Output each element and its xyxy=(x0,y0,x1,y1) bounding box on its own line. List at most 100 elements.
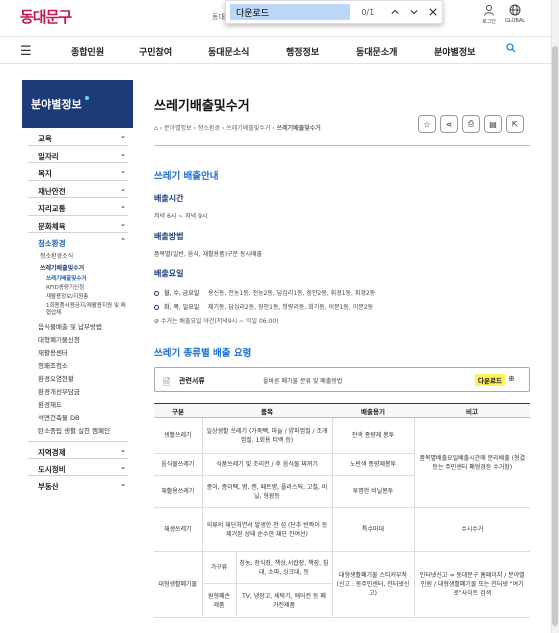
sidebar-item-environment[interactable]: 청소환경 ⌃ xyxy=(28,233,128,251)
title-divider xyxy=(154,145,530,146)
sidebar-more-item[interactable]: 청패조청소 xyxy=(28,360,128,373)
print-icon[interactable]: ⎙ xyxy=(462,115,480,133)
sidebar-item-jobs[interactable]: 일자리 ⌄ xyxy=(28,146,128,163)
breadcrumb-item[interactable]: 분야별정보 xyxy=(164,125,192,132)
find-close-button[interactable] xyxy=(423,2,442,22)
sidebar-item-label: 일자리 xyxy=(38,151,59,161)
sidebar-subsub-item[interactable]: 재활용정보/지원총 xyxy=(28,293,128,302)
sidebar-more-item[interactable]: 환경오염현황 xyxy=(28,373,128,386)
sidebar-item-economy[interactable]: 지역경제 ⌄ xyxy=(28,440,128,458)
table-header: 배출용기 xyxy=(332,403,414,418)
sidebar-more-item[interactable]: 환경재도 xyxy=(28,399,128,412)
sidebar-more-item[interactable]: 탄소중립 생활 실천 캠페인 xyxy=(28,425,128,441)
find-input[interactable] xyxy=(230,4,350,20)
table-cell: 전색 종량제 봉투 xyxy=(331,417,415,454)
table-cell: 인터넷신고 ⇒ 동대문구 홈페이지 / 분야별민원 / 대형생활폐기물 또는 인… xyxy=(413,551,530,618)
search-icon[interactable] xyxy=(506,43,516,56)
site-header: 동대문구 동대 0/1 로그인 GLOBAL xyxy=(0,0,551,34)
chevron-up-icon xyxy=(391,9,400,14)
table-cell: 투명한 비닐봉투 xyxy=(331,475,414,508)
sidebar-more-item[interactable]: 대형폐기물신청 xyxy=(28,334,128,347)
day-row: 월, 수, 금요일 용신동, 전농1동, 전농2동, 답십리1동, 장안2동, 휘… xyxy=(154,288,375,297)
export-icon[interactable]: ⇱ xyxy=(506,115,524,133)
main-content: 쓰레기배출및수거 ⌂ › 분야별정보 › 청소환경 › 쓰레기배출및수거 › 쓰… xyxy=(154,95,530,618)
day-areas: 용신동, 전농1동, 전농2동, 답십리1동, 장안2동, 휘경1동, 휘경2동 xyxy=(208,290,376,297)
nav-item-admin[interactable]: 행정정보 xyxy=(286,45,319,58)
sidebar-item-label: 문화체육 xyxy=(38,221,66,231)
chevron-down-icon xyxy=(410,10,418,15)
download-link[interactable]: 다운로드 xyxy=(475,374,505,386)
sidebar-item-education[interactable]: 교육 ⌄ xyxy=(28,128,128,146)
table-cell: 원형폐손제품 xyxy=(202,583,237,618)
nav-item-news[interactable]: 동대문소식 xyxy=(208,45,249,58)
table-header-row: 구분 품목 배출용기 비고 xyxy=(154,403,530,418)
share-icon[interactable]: ⋖ xyxy=(440,115,458,133)
table-header: 비고 xyxy=(414,403,530,418)
method-text: 품목별(일반, 음식, 재활용품)구분 동시배출 xyxy=(154,251,263,258)
subsection-title: 배출방법 xyxy=(154,232,184,241)
day-row: 화, 목, 일요일 제기동, 답십리2동, 장안1동, 청량리동, 회기동, 이문… xyxy=(154,302,373,311)
table-row: 대형생활폐기물 가구류 장농, 장식장, 책상,서랍장, 책장, 침대, 소파,… xyxy=(154,551,530,618)
sidebar-more-item[interactable]: 음식물배출 및 납부방법 xyxy=(28,321,128,334)
sidebar-item-label: 도시정비 xyxy=(38,464,66,474)
sidebar-more-item[interactable]: 재활용센터 xyxy=(28,347,128,360)
table-cell: 일상생활 쓰레기 (가죽빽, 마늘 / 양파껍질 / 조개껍질, 1회용 티백 … xyxy=(201,417,333,454)
global-label: GLOBAL xyxy=(504,18,526,24)
breadcrumb-item[interactable]: 쓰레기배출및수거 xyxy=(226,125,270,132)
table-cell: 특수마대 xyxy=(331,507,415,552)
table-cell: 장농, 장식장, 책상,서랍장, 책장, 침대, 소파, 싱크대, 등 xyxy=(235,551,333,584)
download-icon[interactable]: ⊕ xyxy=(508,374,515,383)
nav-item-field[interactable]: 분야별정보 xyxy=(434,45,475,58)
page-scrollbar[interactable] xyxy=(551,0,559,633)
find-bar: 0/1 xyxy=(225,0,443,24)
sidebar-item-label: 지역경제 xyxy=(38,447,66,457)
page: 동대문구 동대 0/1 로그인 GLOBAL ☰ 종합민원 구민참여 xyxy=(0,0,559,633)
sidebar-item-label: 부동산 xyxy=(38,481,59,491)
sidebar-item-realestate[interactable]: 부동산 ⌄ xyxy=(28,474,128,492)
nav-item-participation[interactable]: 구민참여 xyxy=(139,45,172,58)
bullet-icon xyxy=(154,305,159,310)
chevron-down-icon: ⌄ xyxy=(120,132,126,140)
day-note-text: 수거는 배출요일 야간(저녁9시 ~ 익일 06:00) xyxy=(160,318,279,325)
menu-icon[interactable]: ☰ xyxy=(20,44,32,59)
chevron-down-icon: ⌄ xyxy=(120,149,126,158)
find-prev-button[interactable] xyxy=(386,2,405,22)
sidebar-subsub-item[interactable]: RFID종량기신청 xyxy=(28,284,128,293)
table-cell: 노란색 종량제봉투 xyxy=(331,453,414,476)
breadcrumb-item[interactable]: 청소환경 xyxy=(198,125,220,132)
global-button[interactable]: GLOBAL xyxy=(500,4,530,24)
sidebar-title-text: 분야별정보 xyxy=(31,98,82,111)
sidebar-more-item[interactable]: 석면건축물 DB xyxy=(28,412,128,425)
scrollbar-thumb[interactable] xyxy=(552,46,558,626)
sidebar-sub-item[interactable]: 청소환경소식 xyxy=(28,251,128,263)
section-title: 쓰레기 종류별 배출 요령 xyxy=(154,348,252,359)
page-tools: ☆ ⋖ ⎙ ▤ ⇱ xyxy=(418,115,524,133)
table-cell: 대형생활폐기물 스티커부착 (신고 : 동주민센터, 인터넷신고) xyxy=(331,551,415,618)
bookmark-icon[interactable]: ☆ xyxy=(418,115,436,133)
chevron-down-icon: ⌄ xyxy=(120,462,126,471)
chevron-down-icon: ⌄ xyxy=(120,167,126,175)
table-cell: 대형생활폐기물 xyxy=(154,551,203,618)
sidebar-subsub-item-active[interactable]: 쓰레기배출및수거 xyxy=(28,275,128,284)
site-logo[interactable]: 동대문구 xyxy=(20,6,72,27)
nav-item-civil[interactable]: 종합민원 xyxy=(71,45,104,58)
sidebar-item-traffic[interactable]: 지리교통 ⌄ xyxy=(28,198,128,216)
sidebar-item-safety[interactable]: 재난안전 ⌄ xyxy=(28,181,128,198)
table-cell: 식품쓰레기 및 조리전 / 후 음식물 찌꺼기 xyxy=(201,453,333,476)
find-next-button[interactable] xyxy=(405,2,424,22)
chevron-down-icon: ⌄ xyxy=(120,184,126,193)
print-preview-icon[interactable]: ▤ xyxy=(484,115,502,133)
sidebar-item-label: 재난안전 xyxy=(38,186,66,196)
nav-item-about[interactable]: 동대문소개 xyxy=(356,45,397,58)
sidebar-subsub-item[interactable]: 1회용품사용금지/재활용지원 및 매협업체 xyxy=(28,302,128,321)
chevron-down-icon: ⌄ xyxy=(120,445,126,454)
sidebar-item-welfare[interactable]: 복지 ⌄ xyxy=(28,163,128,181)
header-partial-text: 동대 xyxy=(212,13,225,21)
related-docs: 🗎 관련서류 올바른 폐기물 분류 및 배출방법 다운로드 ⊕ xyxy=(154,367,530,392)
sidebar-more-item[interactable]: 환경개선부담금 xyxy=(28,386,128,399)
sidebar-item-urban[interactable]: 도시정비 ⌄ xyxy=(28,457,128,475)
sidebar-item-culture[interactable]: 문화체육 ⌄ xyxy=(28,216,128,233)
home-icon[interactable]: ⌂ xyxy=(154,125,158,132)
document-icon: 🗎 xyxy=(163,378,171,388)
sidebar-sub-item-active[interactable]: 쓰레기배출및수거 xyxy=(28,263,128,275)
